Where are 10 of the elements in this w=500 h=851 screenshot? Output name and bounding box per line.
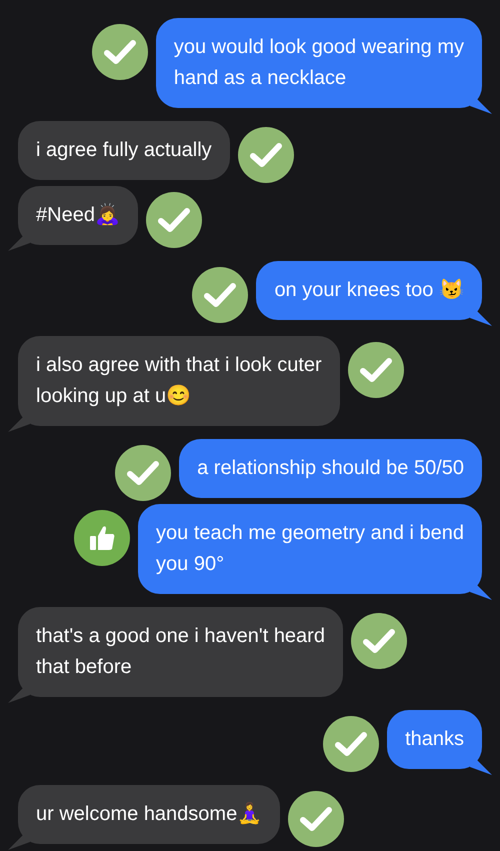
message-bubble: on your knees too 😼	[256, 261, 482, 320]
message-bubble: that's a good one i haven't heard that before	[18, 607, 343, 697]
message-bubble: i also agree with that i look cuter looking up at u😊	[18, 336, 340, 426]
message-bubble: #Need🙇‍♀	[18, 186, 138, 245]
message-bubble: thanks	[387, 710, 482, 769]
message-bubble: you teach me geometry and i bend you 90°	[138, 504, 482, 594]
message-bubble: i agree fully actually	[18, 121, 230, 180]
message-bubble: you would look good wearing my hand as a necklace	[156, 18, 482, 108]
message-bubble: a relationship should be 50/50	[179, 439, 482, 498]
message-bubble: ur welcome handsome🧘‍♀	[18, 785, 280, 844]
